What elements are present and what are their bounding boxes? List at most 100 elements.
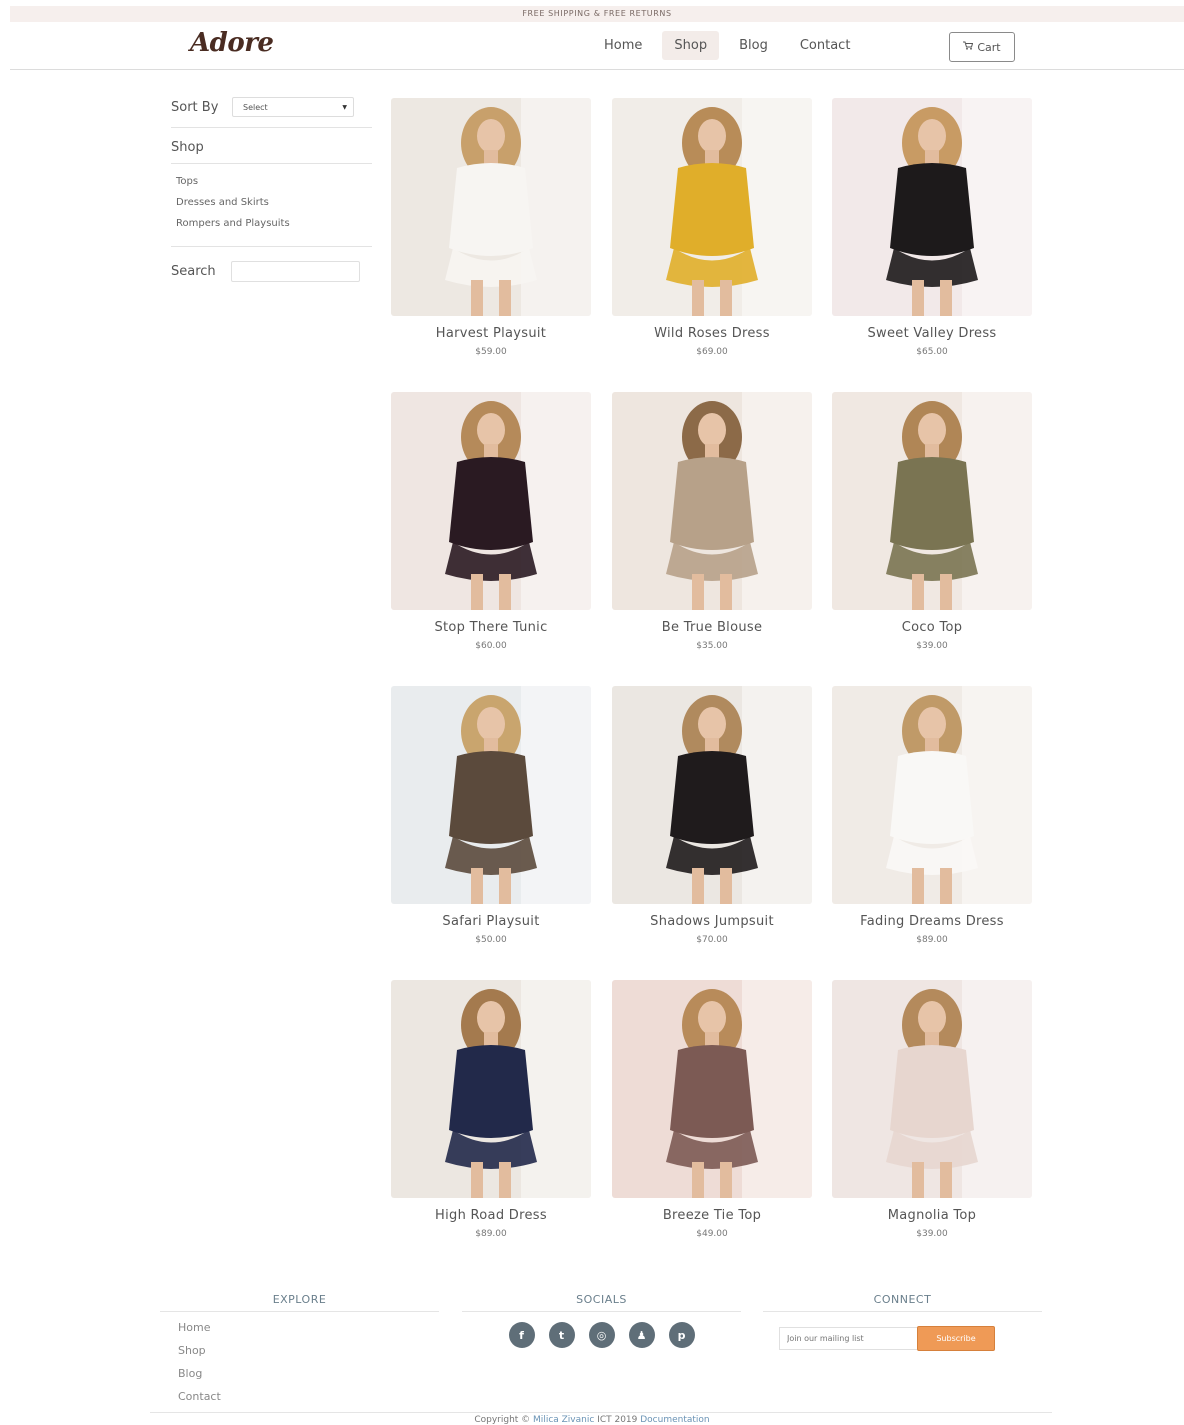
product-name[interactable]: Sweet Valley Dress (832, 326, 1032, 341)
sort-select[interactable]: Select ▼ (232, 97, 354, 117)
product-card[interactable]: Magnolia Top $39.00 (832, 980, 1032, 1239)
footer-connect: CONNECT Subscribe (763, 1290, 1042, 1351)
nav-home[interactable]: Home (592, 31, 654, 60)
footer-link-blog[interactable]: Blog (178, 1362, 439, 1385)
product-image[interactable] (612, 392, 812, 610)
product-price: $49.00 (696, 1229, 728, 1239)
footer-explore: EXPLORE Home Shop Blog Contact (160, 1290, 439, 1408)
product-price: $69.00 (696, 347, 728, 357)
product-price: $39.00 (916, 1229, 948, 1239)
subscribe-button[interactable]: Subscribe (917, 1326, 995, 1351)
product-card[interactable]: High Road Dress $89.00 (391, 980, 591, 1239)
socials-heading: SOCIALS (462, 1290, 741, 1312)
product-image[interactable] (832, 686, 1032, 904)
product-name[interactable]: Breeze Tie Top (612, 1208, 812, 1223)
category-dresses-skirts[interactable]: Dresses and Skirts (176, 192, 372, 213)
product-card[interactable]: Wild Roses Dress $69.00 (612, 98, 812, 357)
category-rompers-playsuits[interactable]: Rompers and Playsuits (176, 213, 372, 234)
connect-heading: CONNECT (763, 1290, 1042, 1312)
nav-blog[interactable]: Blog (727, 31, 780, 60)
shopping-cart-icon (963, 41, 974, 53)
product-card[interactable]: Be True Blouse $35.00 (612, 392, 812, 651)
footer-link-contact[interactable]: Contact (178, 1385, 439, 1408)
instagram-icon[interactable]: ◎ (588, 1322, 615, 1348)
copyright-prefix: Copyright © (474, 1415, 534, 1425)
cart-button[interactable]: Cart (949, 32, 1015, 62)
documentation-link[interactable]: Documentation (640, 1415, 709, 1425)
category-tops[interactable]: Tops (176, 171, 372, 192)
divider (150, 1412, 1052, 1413)
product-image[interactable] (612, 980, 812, 1198)
footer-socials: SOCIALS f t ◎ ♟ p (462, 1290, 741, 1348)
product-image[interactable] (391, 980, 591, 1198)
product-card[interactable]: Safari Playsuit $50.00 (391, 686, 591, 945)
sort-row: Sort By Select ▼ (171, 95, 372, 119)
product-card[interactable]: Coco Top $39.00 (832, 392, 1032, 651)
pinterest-icon[interactable]: p (668, 1322, 695, 1348)
explore-heading: EXPLORE (160, 1290, 439, 1312)
cart-label: Cart (977, 40, 1001, 54)
copyright-middle: ICT 2019 (594, 1415, 641, 1425)
twitter-icon[interactable]: t (548, 1322, 575, 1348)
product-name[interactable]: Coco Top (832, 620, 1032, 635)
nav-contact[interactable]: Contact (788, 31, 863, 60)
product-card[interactable]: Stop There Tunic $60.00 (391, 392, 591, 651)
mailing-form: Subscribe (763, 1312, 1042, 1351)
footer-link-home[interactable]: Home (178, 1316, 439, 1339)
search-input[interactable] (231, 261, 360, 282)
copyright: Copyright © Milica Zivanic ICT 2019 Docu… (0, 1415, 1184, 1425)
footer-link-shop[interactable]: Shop (178, 1339, 439, 1362)
product-image[interactable] (612, 98, 812, 316)
product-price: $70.00 (696, 935, 728, 945)
product-card[interactable]: Fading Dreams Dress $89.00 (832, 686, 1032, 945)
search-row: Search (171, 247, 372, 282)
product-card[interactable]: Sweet Valley Dress $65.00 (832, 98, 1032, 357)
product-name[interactable]: Wild Roses Dress (612, 326, 812, 341)
header-navbar: Adore Home Shop Blog Contact Cart (10, 22, 1184, 70)
product-price: $50.00 (475, 935, 507, 945)
mailing-list-input[interactable] (779, 1327, 917, 1350)
caret-down-icon: ▼ (342, 103, 347, 111)
product-name[interactable]: Magnolia Top (832, 1208, 1032, 1223)
product-price: $89.00 (916, 935, 948, 945)
announcement-text: FREE SHIPPING & FREE RETURNS (522, 9, 672, 18)
product-price: $35.00 (696, 641, 728, 651)
shop-heading: Shop (171, 140, 204, 155)
product-name[interactable]: High Road Dress (391, 1208, 591, 1223)
product-price: $65.00 (916, 347, 948, 357)
facebook-icon[interactable]: f (508, 1322, 535, 1348)
product-price: $59.00 (475, 347, 507, 357)
product-image[interactable] (391, 98, 591, 316)
product-name[interactable]: Be True Blouse (612, 620, 812, 635)
product-image[interactable] (391, 686, 591, 904)
product-price: $39.00 (916, 641, 948, 651)
product-image[interactable] (612, 686, 812, 904)
sort-label: Sort By (171, 99, 219, 115)
explore-links: Home Shop Blog Contact (160, 1312, 439, 1408)
product-image[interactable] (832, 392, 1032, 610)
product-name[interactable]: Harvest Playsuit (391, 326, 591, 341)
sort-select-value: Select (243, 102, 268, 112)
product-price: $89.00 (475, 1229, 507, 1239)
product-name[interactable]: Stop There Tunic (391, 620, 591, 635)
social-icons: f t ◎ ♟ p (462, 1312, 741, 1348)
announcement-bar: FREE SHIPPING & FREE RETURNS (10, 6, 1184, 22)
brand-logo[interactable]: Adore (190, 28, 274, 58)
product-image[interactable] (832, 980, 1032, 1198)
product-image[interactable] (832, 98, 1032, 316)
product-card[interactable]: Harvest Playsuit $59.00 (391, 98, 591, 357)
product-card[interactable]: Shadows Jumpsuit $70.00 (612, 686, 812, 945)
snapchat-icon[interactable]: ♟ (628, 1322, 655, 1348)
product-name[interactable]: Shadows Jumpsuit (612, 914, 812, 929)
product-card[interactable]: Breeze Tie Top $49.00 (612, 980, 812, 1239)
category-list: Tops Dresses and Skirts Rompers and Play… (171, 164, 372, 246)
product-price: $60.00 (475, 641, 507, 651)
main-nav: Home Shop Blog Contact (592, 31, 862, 60)
sidebar: Sort By Select ▼ Shop Tops Dresses and S… (171, 95, 372, 282)
product-image[interactable] (391, 392, 591, 610)
product-name[interactable]: Safari Playsuit (391, 914, 591, 929)
nav-shop[interactable]: Shop (662, 31, 720, 60)
product-name[interactable]: Fading Dreams Dress (832, 914, 1032, 929)
author-link[interactable]: Milica Zivanic (533, 1415, 594, 1425)
search-label: Search (171, 264, 216, 279)
